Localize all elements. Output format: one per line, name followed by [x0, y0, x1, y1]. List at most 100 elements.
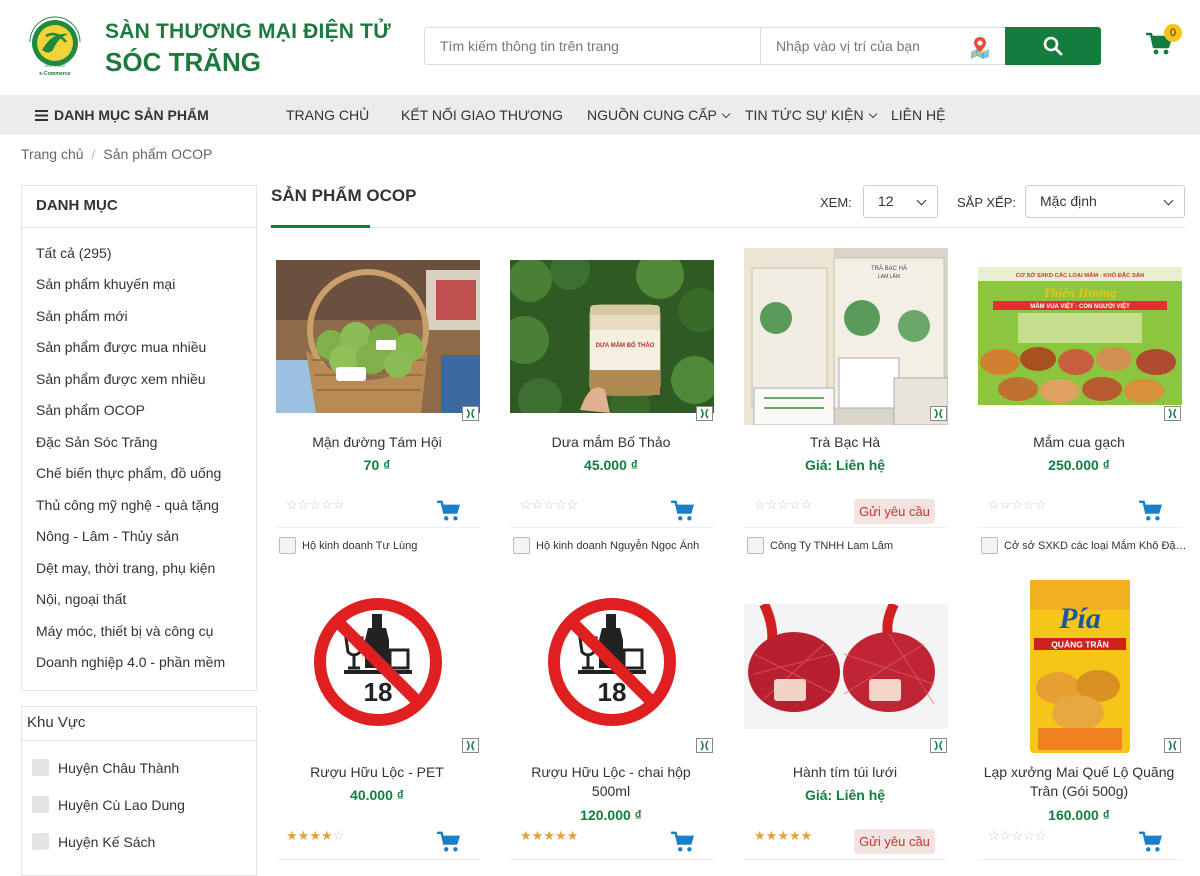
product-image[interactable]: DƯA MẮM BỐ THẢO	[510, 260, 714, 413]
sidebar-category-item[interactable]: Sản phẩm được mua nhiều	[36, 339, 206, 355]
nav-trade-connect[interactable]: KẾT NỐI GIAO THƯƠNG	[401, 95, 563, 135]
sidebar-category-item[interactable]: Doanh nghiệp 4.0 - phần mềm	[36, 654, 225, 670]
card-divider	[276, 527, 480, 528]
product-price: Giá: Liên hệ	[804, 787, 886, 803]
product-name[interactable]: Mận đường Tám Hội	[271, 433, 483, 452]
nav-home[interactable]: TRANG CHỦ	[286, 95, 369, 135]
ocop-badge-icon	[462, 738, 479, 753]
sort-label: SẮP XẾP:	[957, 195, 1017, 210]
product-price: 40.000 ₫	[350, 787, 404, 803]
product-name[interactable]: Lạp xưởng Mai Quế Lộ Quãng Trân (Gói 500…	[973, 763, 1185, 801]
add-to-cart-icon[interactable]	[437, 500, 461, 522]
product-name[interactable]: Rượu Hữu Lộc - chai hộp 500ml	[505, 763, 717, 801]
sidebar-category-item[interactable]: Dệt may, thời trang, phụ kiện	[36, 560, 215, 576]
seller-avatar-icon	[513, 537, 530, 554]
product-image[interactable]: CƠ SỞ SXKD CÁC LOẠI MẮM - KHÔ ĐẶC SẢN Th…	[978, 267, 1182, 405]
hamburger-icon	[35, 110, 48, 121]
nav-suppliers-label: NGUỒN CUNG CẤP	[587, 107, 717, 123]
nav-trade-connect-label: KẾT NỐI GIAO THƯƠNG	[401, 107, 563, 123]
sidebar-category-item[interactable]: Sản phẩm OCOP	[36, 402, 145, 418]
product-image[interactable]: 18	[510, 582, 714, 742]
nav-contact[interactable]: LIÊN HỆ	[891, 95, 945, 135]
seller-avatar-icon	[747, 537, 764, 554]
map-location-icon[interactable]	[968, 35, 992, 59]
add-to-cart-icon[interactable]	[1139, 500, 1163, 522]
seller-link[interactable]: Hộ kinh doanh Nguyễn Ngọc Ánh	[513, 537, 721, 554]
sidebar-category-item[interactable]: Thủ công mỹ nghệ - quà tặng	[36, 497, 219, 513]
sort-select[interactable]: Mặc định	[1025, 185, 1185, 218]
age-sign-text: 18	[364, 677, 393, 707]
site-header: e-Commerce SÓC TRĂNG SÀN THƯƠNG MẠI ĐIỆN…	[0, 0, 1200, 95]
product-image[interactable]: 18	[276, 582, 480, 742]
region-label: Huyện Châu Thành	[58, 760, 180, 776]
search-input[interactable]	[425, 28, 761, 64]
rating-stars: ★★★★★	[754, 828, 813, 843]
region-checkbox[interactable]	[32, 833, 49, 850]
age-sign-text: 18	[598, 677, 627, 707]
seller-name: Công Ty TNHH Lam Lâm	[770, 540, 894, 552]
region-checkbox[interactable]	[32, 759, 49, 776]
category-menu-label: DANH MỤC SẢN PHẨM	[54, 107, 209, 123]
search-button[interactable]	[1005, 27, 1101, 65]
seller-link[interactable]: Công Ty TNHH Lam Lâm	[747, 537, 955, 554]
chevron-down-icon	[721, 109, 731, 119]
sidebar-category-item[interactable]: Sản phẩm mới	[36, 308, 128, 324]
nav-news-events[interactable]: TIN TỨC SỰ KIỆN	[745, 95, 877, 135]
region-filter-item[interactable]: Huyện Cù Lao Dung	[32, 796, 185, 813]
rating-stars: ☆☆☆☆☆	[520, 497, 579, 512]
seller-link[interactable]: Cở sở SXKD các loại Mắm Khô Đặc ...	[981, 537, 1189, 554]
card-divider	[978, 527, 1182, 528]
product-name[interactable]: Trà Bạc Hà	[739, 433, 951, 452]
add-to-cart-icon[interactable]	[671, 831, 695, 853]
view-count-select[interactable]: 12	[863, 185, 938, 218]
send-request-button[interactable]: Gửi yêu cầu	[854, 499, 935, 524]
breadcrumb-home[interactable]: Trang chủ	[21, 146, 84, 162]
nav-news-events-label: TIN TỨC SỰ KIỆN	[745, 107, 864, 123]
sidebar-category-item[interactable]: Sản phẩm được xem nhiều	[36, 371, 206, 387]
product-price: 160.000 ₫	[1048, 807, 1110, 823]
search-box	[424, 27, 1101, 65]
sidebar-category-item[interactable]: Nông - Lâm - Thủy sản	[36, 528, 179, 544]
nav-suppliers[interactable]: NGUỒN CUNG CẤP	[587, 95, 731, 135]
product-name[interactable]: Hành tím túi lưới	[739, 763, 951, 782]
category-menu-button[interactable]: DANH MỤC SẢN PHẨM	[35, 95, 209, 135]
sidebar-category-item[interactable]: Đặc Sản Sóc Trăng	[36, 434, 157, 450]
add-to-cart-icon[interactable]	[671, 500, 695, 522]
product-image[interactable]: TRÀ BẠC HÀ LAM LÂM	[744, 248, 948, 425]
product-image[interactable]	[744, 604, 948, 729]
card-divider	[276, 859, 480, 860]
brand-subtitle: SÓC TRĂNG	[105, 47, 261, 77]
add-to-cart-icon[interactable]	[1139, 831, 1163, 853]
ocop-badge-icon	[696, 738, 713, 753]
product-image[interactable]	[276, 260, 480, 413]
pack-sub-text: QUẢNG TRÂN	[1051, 639, 1109, 650]
sidebar-category-item[interactable]: Sản phẩm khuyến mại	[36, 276, 175, 292]
breadcrumb: Trang chủ / Sản phẩm OCOP	[21, 146, 213, 162]
poster-line3-text: MẮM VUA VIỆT · CON NGƯỜI VIỆT	[1030, 302, 1130, 310]
product-name[interactable]: Dưa mắm Bố Thảo	[505, 433, 717, 452]
seller-link[interactable]: Hộ kinh doanh Tư Lùng	[279, 537, 487, 554]
product-image[interactable]: Pía QUẢNG TRÂN	[978, 578, 1182, 755]
seller-name: Hộ kinh doanh Tư Lùng	[302, 540, 418, 552]
logo-sub-text: e-Commerce	[39, 71, 71, 77]
region-checkbox[interactable]	[32, 796, 49, 813]
region-filter-item[interactable]: Huyện Châu Thành	[32, 759, 179, 776]
rating-stars: ☆☆☆☆☆	[754, 497, 813, 512]
send-request-button[interactable]: Gửi yêu cầu	[854, 829, 935, 854]
sidebar-category-item[interactable]: Chế biến thực phẩm, đồ uống	[36, 465, 221, 481]
poster-line1-text: CƠ SỞ SXKD CÁC LOẠI MẮM - KHÔ ĐẶC SẢN	[1016, 271, 1144, 279]
sidebar-category-item[interactable]: Nội, ngoại thất	[36, 591, 126, 607]
region-filter-item[interactable]: Huyện Kế Sách	[32, 833, 155, 850]
seller-name: Hộ kinh doanh Nguyễn Ngọc Ánh	[536, 540, 700, 552]
add-to-cart-icon[interactable]	[437, 831, 461, 853]
rating-stars: ★★★★☆	[286, 828, 345, 843]
view-count-value: 12	[878, 193, 894, 209]
bag-sub-text: LAM LÂM	[878, 273, 900, 280]
site-logo[interactable]: e-Commerce SÓC TRĂNG	[22, 12, 88, 78]
ocop-badge-icon	[462, 406, 479, 421]
product-name[interactable]: Rượu Hữu Lộc - PET	[271, 763, 483, 782]
sidebar-category-item[interactable]: Máy móc, thiết bị và công cụ	[36, 623, 213, 639]
poster-line2-text: Thiên Hương	[1043, 285, 1117, 300]
product-name[interactable]: Mắm cua gạch	[973, 433, 1185, 452]
sidebar-category-item[interactable]: Tất cả (295)	[36, 245, 111, 261]
